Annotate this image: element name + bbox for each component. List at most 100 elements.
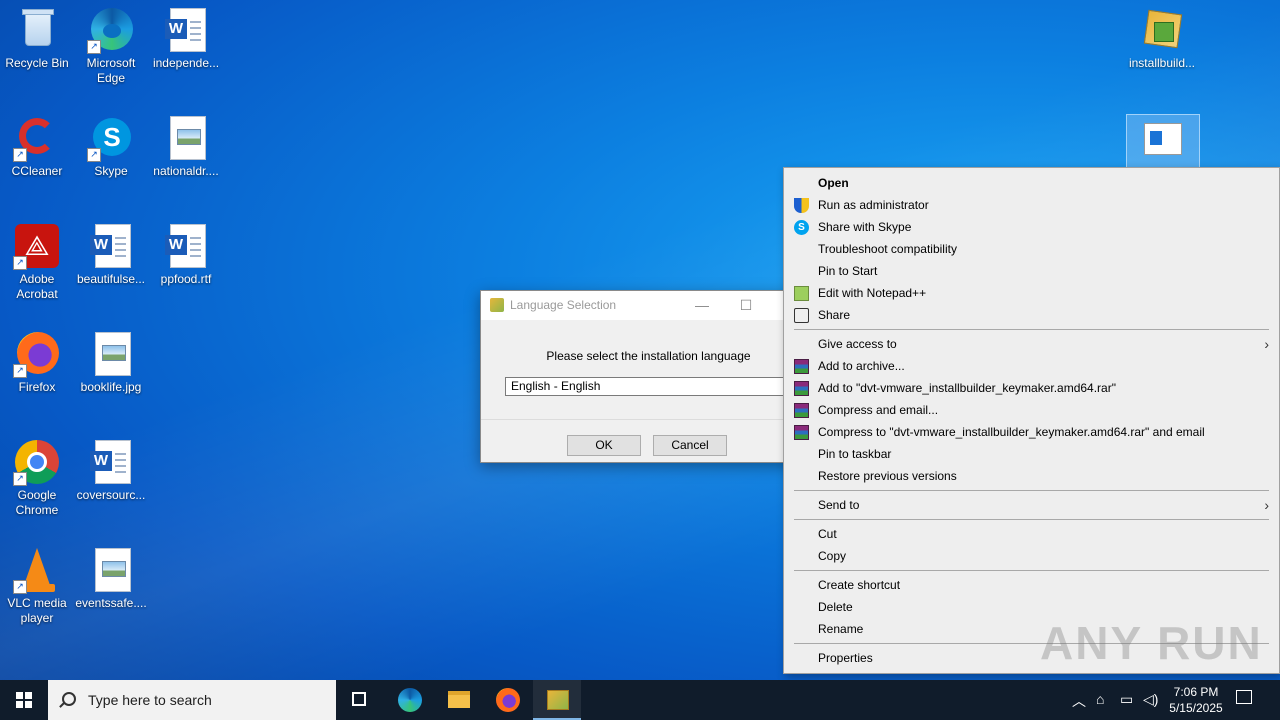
desktop-icon-label: beautifulse... (76, 272, 146, 286)
network-icon[interactable]: ▭ (1120, 691, 1133, 708)
desktop-icon-coversourc[interactable]: W coversourc... (74, 438, 148, 503)
clock-time: 7:06 PM (1173, 685, 1219, 699)
desktop-icon-label: Skype (94, 164, 128, 178)
menu-item-compress-and-email[interactable]: Compress and email... (784, 399, 1279, 421)
menu-item-give-access-to[interactable]: Give access to › (784, 333, 1279, 355)
notification-center-icon[interactable] (1236, 690, 1252, 704)
menu-item-add-to-archive[interactable]: Add to archive... (784, 355, 1279, 377)
menu-item-label: Send to (818, 498, 860, 512)
desktop-icon-installbuild[interactable]: installbuild... (1125, 6, 1199, 71)
desktop-icon-independe[interactable]: W independe... (149, 6, 223, 71)
dialog-titlebar[interactable]: Language Selection — ☐ (481, 291, 811, 320)
selected-desktop-icon[interactable] (1126, 114, 1200, 170)
menu-item-edit-with-notepadpp[interactable]: Edit with Notepad++ (784, 282, 1279, 304)
taskbar-clock[interactable]: 7:06 PM 5/15/2025 (1160, 684, 1232, 716)
menu-item-open[interactable]: Open (784, 172, 1279, 194)
task-view-button[interactable] (336, 680, 384, 720)
taskbar-installer[interactable] (533, 680, 581, 720)
cancel-button[interactable]: Cancel (653, 435, 727, 456)
language-select[interactable]: English - English ⌄ (505, 377, 805, 396)
ok-button[interactable]: OK (567, 435, 641, 456)
desktop-icon-firefox[interactable]: ↗ Firefox (0, 330, 74, 395)
menu-item-copy[interactable]: Copy (784, 545, 1279, 567)
desktop-icon-eventssafe[interactable]: eventssafe.... (74, 546, 148, 611)
desktop-icon-label: Firefox (18, 380, 56, 394)
search-placeholder: Type here to search (88, 692, 212, 708)
menu-item-send-to[interactable]: Send to › (784, 494, 1279, 516)
image-file-icon (162, 114, 210, 162)
chevron-up-icon[interactable]: ︿ (1072, 691, 1086, 711)
menu-item-restore-previous-versions[interactable]: Restore previous versions (784, 465, 1279, 487)
desktop-icon-booklife[interactable]: booklife.jpg (74, 330, 148, 395)
desktop-icon-edge[interactable]: ↗ Microsoft Edge (74, 6, 148, 86)
menu-separator (794, 490, 1269, 491)
shortcut-arrow-icon: ↗ (87, 40, 101, 54)
menu-item-share-with-skype[interactable]: S Share with Skype (784, 216, 1279, 238)
taskbar-edge[interactable] (386, 680, 434, 720)
taskbar-firefox[interactable] (484, 680, 532, 720)
menu-item-label: Create shortcut (818, 578, 901, 592)
edge-icon: ↗ (87, 6, 135, 54)
task-view-icon (352, 692, 366, 706)
desktop-icon-vlc[interactable]: ↗ VLC media player (0, 546, 74, 626)
chevron-right-icon: › (1264, 497, 1269, 513)
maximize-button[interactable]: ☐ (731, 295, 761, 315)
anyrun-watermark: ANY RUN (1040, 617, 1263, 669)
menu-item-troubleshoot-compatibility[interactable]: Troubleshoot compatibility (784, 238, 1279, 260)
menu-item-label: Restore previous versions (818, 469, 957, 483)
menu-item-label: Rename (818, 622, 864, 636)
skype-icon: S (794, 220, 809, 235)
desktop-icon-label: Recycle Bin (5, 56, 69, 70)
desktop-icon-label: installbuild... (1128, 56, 1196, 70)
desktop-icon-recycle-bin[interactable]: Recycle Bin (0, 6, 74, 71)
dialog-prompt: Please select the installation language (546, 349, 751, 363)
recycle-bin-icon (13, 6, 61, 54)
desktop-icon-chrome[interactable]: ↗ Google Chrome (0, 438, 74, 518)
ccleaner-icon: ↗ (13, 114, 61, 162)
menu-item-label: Open (818, 176, 849, 190)
menu-item-share[interactable]: Share (784, 304, 1279, 326)
shortcut-arrow-icon: ↗ (87, 148, 101, 162)
menu-item-label: Compress to "dvt-vmware_installbuilder_k… (818, 425, 1205, 439)
taskbar: Type here to search ︿ ⌂ ▭ ◁) 7:06 PM 5/1… (0, 680, 1280, 720)
minimize-button[interactable]: — (687, 295, 717, 315)
image-file-icon (87, 330, 135, 378)
winrar-icon (794, 381, 809, 396)
menu-item-create-shortcut[interactable]: Create shortcut (784, 574, 1279, 596)
menu-item-label: Compress and email... (818, 403, 939, 417)
desktop-icon-ppfood[interactable]: W ppfood.rtf (149, 222, 223, 287)
taskbar-file-explorer[interactable] (435, 680, 483, 720)
volume-icon[interactable]: ◁) (1143, 691, 1158, 708)
menu-item-add-to-rar[interactable]: Add to "dvt-vmware_installbuilder_keymak… (784, 377, 1279, 399)
network-device-icon[interactable]: ⌂ (1096, 691, 1104, 707)
firefox-icon: ↗ (13, 330, 61, 378)
menu-item-label: Properties (818, 651, 873, 665)
desktop-icon-label: Microsoft Edge (86, 56, 136, 85)
desktop-icon-label: coversourc... (76, 488, 146, 502)
windows-logo-icon (16, 692, 32, 708)
desktop-icon-label: nationaldr.... (153, 164, 219, 178)
menu-item-delete[interactable]: Delete (784, 596, 1279, 618)
language-select-value: English - English (511, 379, 601, 393)
word-document-icon: W (87, 438, 135, 486)
vlc-icon: ↗ (13, 546, 61, 594)
menu-item-pin-to-start[interactable]: Pin to Start (784, 260, 1279, 282)
desktop-icon-ccleaner[interactable]: ↗ CCleaner (0, 114, 74, 179)
taskbar-search-box[interactable]: Type here to search (48, 680, 336, 720)
menu-item-label: Troubleshoot compatibility (818, 242, 957, 256)
shortcut-arrow-icon: ↗ (13, 148, 27, 162)
start-button[interactable] (0, 680, 48, 720)
desktop-icon-label: Adobe Acrobat (16, 272, 58, 301)
menu-item-label: Give access to (818, 337, 897, 351)
menu-item-compress-to-rar-and-email[interactable]: Compress to "dvt-vmware_installbuilder_k… (784, 421, 1279, 443)
desktop-icon-beautifulse[interactable]: W beautifulse... (74, 222, 148, 287)
desktop-icon-nationaldr[interactable]: nationaldr.... (149, 114, 223, 179)
menu-item-label: Cut (818, 527, 837, 541)
menu-item-cut[interactable]: Cut (784, 523, 1279, 545)
edge-icon (398, 688, 422, 712)
menu-item-run-as-administrator[interactable]: Run as administrator (784, 194, 1279, 216)
desktop-icon-adobe-acrobat[interactable]: ⟁ ↗ Adobe Acrobat (0, 222, 74, 302)
menu-item-pin-to-taskbar[interactable]: Pin to taskbar (784, 443, 1279, 465)
desktop-icon-label: CCleaner (11, 164, 63, 178)
desktop-icon-skype[interactable]: S ↗ Skype (74, 114, 148, 179)
